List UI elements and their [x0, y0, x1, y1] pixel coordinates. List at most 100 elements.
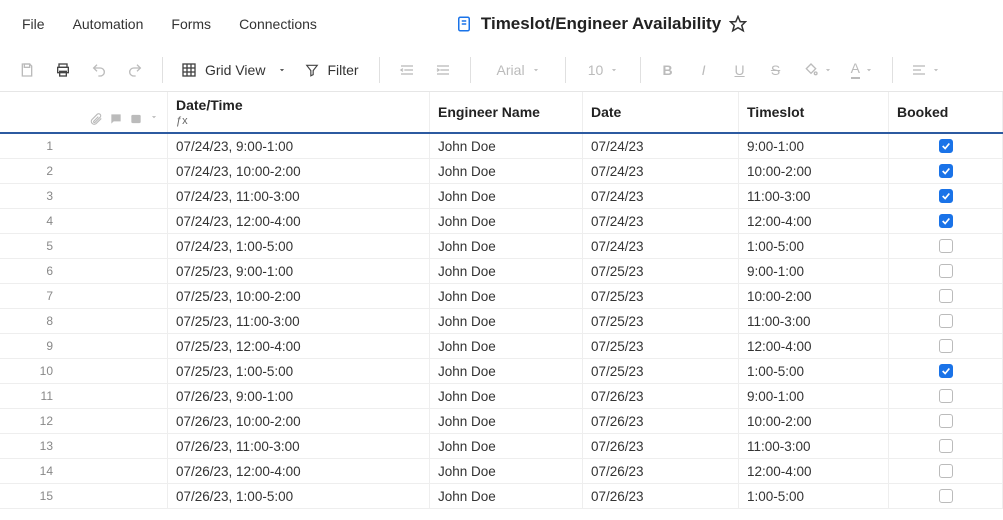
chevron-down-icon[interactable]: [149, 112, 159, 126]
cell-date[interactable]: 07/24/23: [583, 134, 739, 158]
row-number[interactable]: 14: [0, 459, 168, 483]
table-row[interactable]: 12 07/26/23, 10:00-2:00 John Doe 07/26/2…: [0, 409, 1003, 434]
checkbox[interactable]: [939, 364, 953, 378]
cell-booked[interactable]: [889, 409, 1003, 433]
column-header-datetime[interactable]: Date/Time ƒx: [168, 92, 430, 132]
checkbox[interactable]: [939, 414, 953, 428]
checkbox[interactable]: [939, 314, 953, 328]
cell-date[interactable]: 07/26/23: [583, 484, 739, 508]
table-row[interactable]: 4 07/24/23, 12:00-4:00 John Doe 07/24/23…: [0, 209, 1003, 234]
cell-timeslot[interactable]: 12:00-4:00: [739, 334, 889, 358]
cell-datetime[interactable]: 07/25/23, 10:00-2:00: [168, 284, 430, 308]
checkbox[interactable]: [939, 489, 953, 503]
checkbox[interactable]: [939, 464, 953, 478]
cell-engineer[interactable]: John Doe: [430, 259, 583, 283]
checkbox[interactable]: [939, 189, 953, 203]
cell-datetime[interactable]: 07/24/23, 12:00-4:00: [168, 209, 430, 233]
column-header-date[interactable]: Date: [583, 92, 739, 132]
cell-engineer[interactable]: John Doe: [430, 384, 583, 408]
font-size-select[interactable]: 10: [578, 55, 628, 85]
undo-icon[interactable]: [84, 55, 114, 85]
cell-date[interactable]: 07/25/23: [583, 259, 739, 283]
cell-engineer[interactable]: John Doe: [430, 459, 583, 483]
cell-timeslot[interactable]: 1:00-5:00: [739, 484, 889, 508]
row-number[interactable]: 13: [0, 434, 168, 458]
cell-booked[interactable]: [889, 284, 1003, 308]
cell-timeslot[interactable]: 1:00-5:00: [739, 234, 889, 258]
cell-date[interactable]: 07/26/23: [583, 384, 739, 408]
cell-engineer[interactable]: John Doe: [430, 334, 583, 358]
cell-engineer[interactable]: John Doe: [430, 409, 583, 433]
cell-date[interactable]: 07/26/23: [583, 409, 739, 433]
cell-date[interactable]: 07/25/23: [583, 334, 739, 358]
cell-datetime[interactable]: 07/26/23, 1:00-5:00: [168, 484, 430, 508]
cell-booked[interactable]: [889, 209, 1003, 233]
cell-timeslot[interactable]: 10:00-2:00: [739, 409, 889, 433]
row-number[interactable]: 9: [0, 334, 168, 358]
cell-timeslot[interactable]: 11:00-3:00: [739, 184, 889, 208]
cell-booked[interactable]: [889, 234, 1003, 258]
align-icon[interactable]: [905, 55, 947, 85]
redo-icon[interactable]: [120, 55, 150, 85]
cell-datetime[interactable]: 07/25/23, 9:00-1:00: [168, 259, 430, 283]
cell-engineer[interactable]: John Doe: [430, 184, 583, 208]
table-row[interactable]: 5 07/24/23, 1:00-5:00 John Doe 07/24/23 …: [0, 234, 1003, 259]
table-row[interactable]: 8 07/25/23, 11:00-3:00 John Doe 07/25/23…: [0, 309, 1003, 334]
filter-button[interactable]: Filter: [299, 55, 366, 85]
cell-booked[interactable]: [889, 484, 1003, 508]
cell-timeslot[interactable]: 1:00-5:00: [739, 359, 889, 383]
menu-connections[interactable]: Connections: [229, 10, 327, 38]
table-row[interactable]: 15 07/26/23, 1:00-5:00 John Doe 07/26/23…: [0, 484, 1003, 509]
cell-timeslot[interactable]: 10:00-2:00: [739, 159, 889, 183]
cell-timeslot[interactable]: 11:00-3:00: [739, 309, 889, 333]
cell-timeslot[interactable]: 9:00-1:00: [739, 384, 889, 408]
cell-date[interactable]: 07/24/23: [583, 234, 739, 258]
favorite-star-icon[interactable]: [729, 15, 747, 33]
font-family-select[interactable]: Arial: [483, 55, 553, 85]
row-number[interactable]: 1: [0, 134, 168, 158]
checkbox[interactable]: [939, 164, 953, 178]
comment-icon[interactable]: [109, 112, 123, 126]
row-number[interactable]: 10: [0, 359, 168, 383]
cell-booked[interactable]: [889, 434, 1003, 458]
cell-booked[interactable]: [889, 159, 1003, 183]
cell-engineer[interactable]: John Doe: [430, 309, 583, 333]
row-number[interactable]: 7: [0, 284, 168, 308]
print-icon[interactable]: [48, 55, 78, 85]
table-row[interactable]: 3 07/24/23, 11:00-3:00 John Doe 07/24/23…: [0, 184, 1003, 209]
table-row[interactable]: 11 07/26/23, 9:00-1:00 John Doe 07/26/23…: [0, 384, 1003, 409]
cell-booked[interactable]: [889, 134, 1003, 158]
cell-datetime[interactable]: 07/24/23, 9:00-1:00: [168, 134, 430, 158]
cell-booked[interactable]: [889, 359, 1003, 383]
cell-timeslot[interactable]: 11:00-3:00: [739, 434, 889, 458]
cell-engineer[interactable]: John Doe: [430, 209, 583, 233]
menu-automation[interactable]: Automation: [63, 10, 154, 38]
save-icon[interactable]: [12, 55, 42, 85]
cell-booked[interactable]: [889, 459, 1003, 483]
checkbox[interactable]: [939, 289, 953, 303]
row-number[interactable]: 4: [0, 209, 168, 233]
cell-datetime[interactable]: 07/25/23, 11:00-3:00: [168, 309, 430, 333]
cell-datetime[interactable]: 07/24/23, 10:00-2:00: [168, 159, 430, 183]
cell-engineer[interactable]: John Doe: [430, 284, 583, 308]
table-row[interactable]: 13 07/26/23, 11:00-3:00 John Doe 07/26/2…: [0, 434, 1003, 459]
column-header-booked[interactable]: Booked: [889, 92, 1003, 132]
cell-timeslot[interactable]: 12:00-4:00: [739, 209, 889, 233]
row-number[interactable]: 11: [0, 384, 168, 408]
cell-date[interactable]: 07/25/23: [583, 309, 739, 333]
underline-icon[interactable]: U: [725, 55, 755, 85]
checkbox[interactable]: [939, 139, 953, 153]
strikethrough-icon[interactable]: S: [761, 55, 791, 85]
row-number[interactable]: 2: [0, 159, 168, 183]
cell-engineer[interactable]: John Doe: [430, 434, 583, 458]
row-number[interactable]: 5: [0, 234, 168, 258]
cell-engineer[interactable]: John Doe: [430, 134, 583, 158]
cell-date[interactable]: 07/24/23: [583, 184, 739, 208]
cell-timeslot[interactable]: 12:00-4:00: [739, 459, 889, 483]
grid-view-button[interactable]: Grid View: [175, 55, 293, 85]
checkbox[interactable]: [939, 264, 953, 278]
cell-date[interactable]: 07/26/23: [583, 459, 739, 483]
cell-booked[interactable]: [889, 334, 1003, 358]
row-number[interactable]: 3: [0, 184, 168, 208]
fill-color-icon[interactable]: [797, 55, 839, 85]
